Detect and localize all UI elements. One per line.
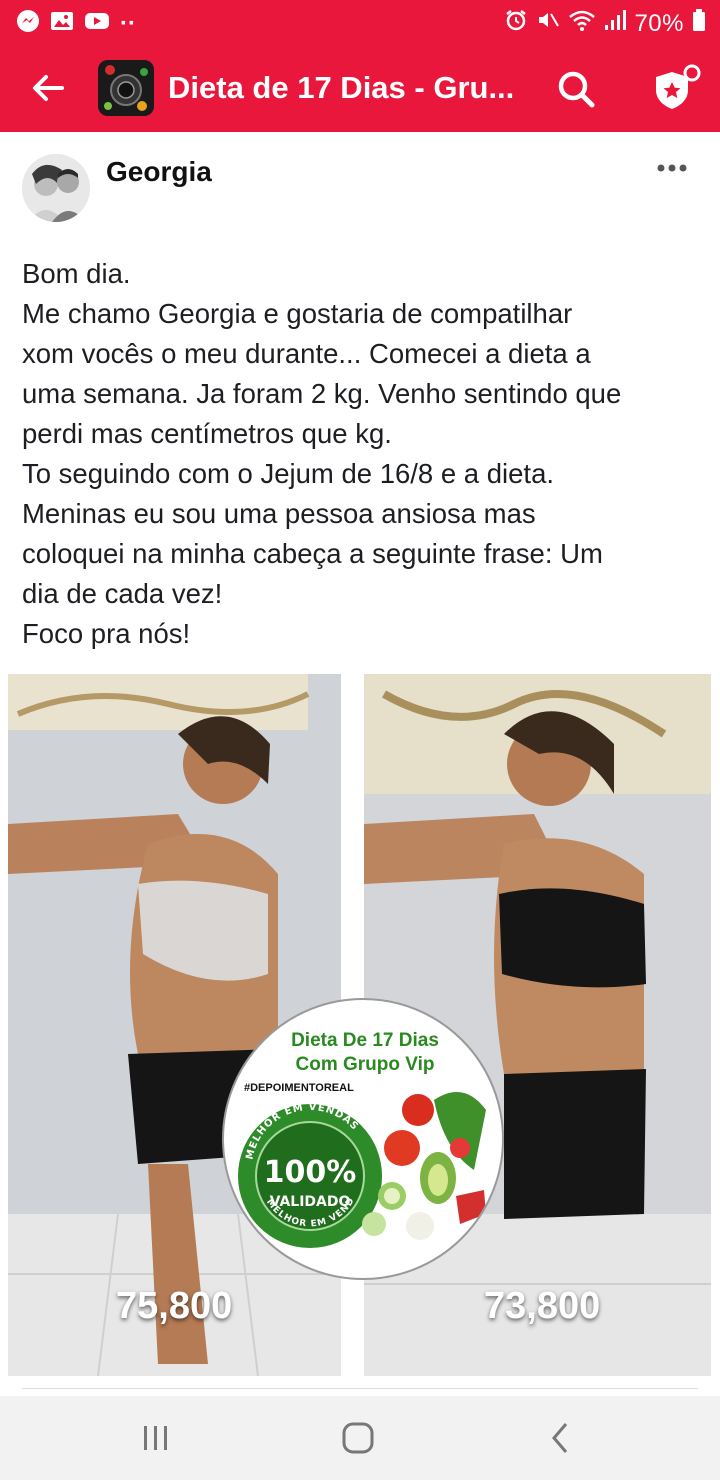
status-system-icons: 70% bbox=[504, 8, 706, 39]
alarm-icon bbox=[504, 8, 528, 39]
status-bar: ·· 70% bbox=[0, 0, 720, 44]
more-dots-icon bbox=[657, 164, 687, 172]
post-text-line: xom vocês o meu durante... Comecei a die… bbox=[22, 338, 591, 369]
home-button[interactable] bbox=[338, 1420, 378, 1456]
post-text-line: Bom dia. bbox=[22, 258, 131, 289]
youtube-icon bbox=[84, 9, 110, 38]
mute-icon bbox=[536, 8, 560, 39]
back-chevron-icon bbox=[552, 1423, 568, 1453]
recents-button[interactable] bbox=[136, 1420, 176, 1456]
gallery-icon bbox=[50, 9, 74, 38]
app-bar: Dieta de 17 Dias - Gru... bbox=[0, 44, 720, 132]
svg-text:VALIDADO: VALIDADO bbox=[270, 1194, 351, 1210]
post-header: Georgia bbox=[0, 132, 720, 232]
post-divider bbox=[22, 1388, 698, 1389]
arrow-left-icon bbox=[33, 75, 64, 101]
wifi-icon bbox=[568, 8, 596, 39]
promo-badge: Dieta De 17 Dias Com Grupo Vip #DEPOIMEN… bbox=[222, 998, 504, 1280]
post-photo[interactable]: 75,800 73,800 Dieta De 17 Dias Com Grupo… bbox=[8, 674, 712, 1376]
post-text-line: Meninas eu sou uma pessoa ansiosa mas bbox=[22, 498, 536, 529]
status-more-dots: ·· bbox=[120, 9, 136, 37]
search-button[interactable] bbox=[555, 68, 597, 110]
back-button[interactable] bbox=[28, 68, 68, 108]
admin-tools-button[interactable] bbox=[648, 62, 702, 116]
nav-back-button[interactable] bbox=[540, 1420, 580, 1456]
after-weight-label: 73,800 bbox=[484, 1285, 601, 1327]
post-text-line: Me chamo Georgia e gostaria de compatilh… bbox=[22, 298, 573, 329]
messenger-icon bbox=[16, 9, 40, 38]
author-photo bbox=[22, 154, 90, 222]
author-name[interactable]: Georgia bbox=[106, 156, 212, 188]
post-text-line: To seguindo com o Jejum de 16/8 e a diet… bbox=[22, 458, 555, 489]
validated-seal-icon: MELHOR EM VENDAS 100% VALIDADO MELHOR EM… bbox=[224, 1000, 486, 1248]
post-more-button[interactable] bbox=[652, 156, 692, 180]
before-weight-label: 75,800 bbox=[116, 1285, 233, 1327]
group-avatar-image bbox=[98, 60, 154, 116]
recents-icon bbox=[144, 1426, 167, 1450]
battery-icon bbox=[692, 8, 706, 39]
post-text-line: uma semana. Ja foram 2 kg. Venho sentind… bbox=[22, 378, 622, 409]
post-text-line: coloquei na minha cabeça a seguinte fras… bbox=[22, 538, 603, 569]
post-text-line: Foco pra nós! bbox=[22, 618, 191, 649]
svg-text:100%: 100% bbox=[264, 1155, 357, 1190]
post-text-line: dia de cada vez! bbox=[22, 578, 223, 609]
status-notification-icons: ·· bbox=[16, 9, 136, 38]
group-title[interactable]: Dieta de 17 Dias - Gru... bbox=[168, 70, 520, 106]
home-icon bbox=[342, 1422, 374, 1454]
group-avatar[interactable] bbox=[98, 60, 154, 116]
system-nav-bar bbox=[0, 1396, 720, 1480]
post-text-line: perdi mas centímetros que kg. bbox=[22, 418, 392, 449]
signal-icon bbox=[604, 8, 627, 39]
author-avatar[interactable] bbox=[22, 154, 90, 222]
battery-percent: 70% bbox=[634, 9, 684, 37]
post-text: Bom dia. Me chamo Georgia e gostaria de … bbox=[22, 254, 712, 654]
search-icon bbox=[558, 71, 595, 108]
admin-shield-icon bbox=[656, 64, 701, 109]
